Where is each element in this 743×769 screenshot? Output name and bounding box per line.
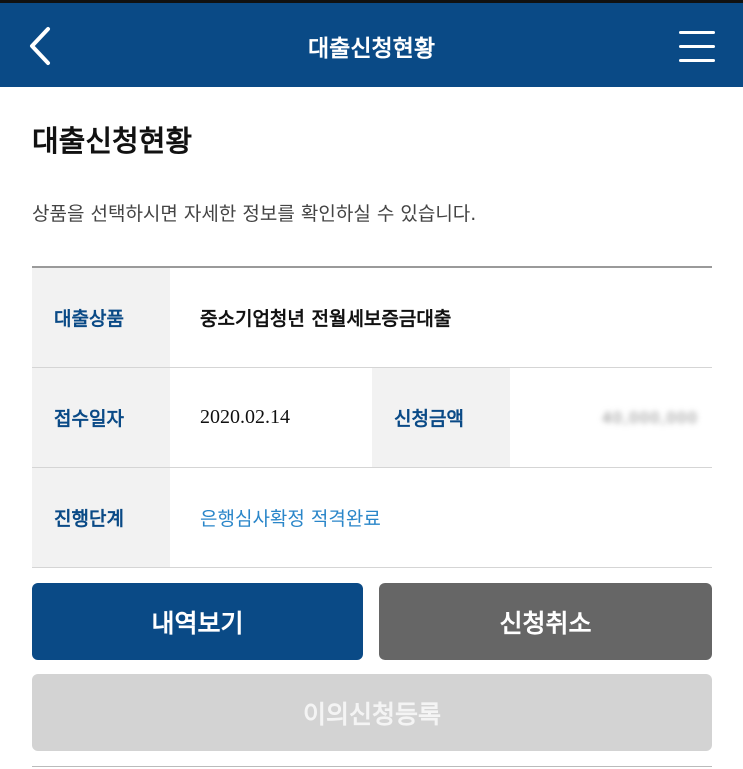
date-label: 접수일자	[32, 368, 170, 467]
amount-label: 신청금액	[372, 368, 510, 467]
status-label: 진행단계	[32, 468, 170, 567]
product-value: 중소기업청년 전월세보증금대출	[200, 308, 452, 330]
loan-detail-table[interactable]: 대출상품 중소기업청년 전월세보증금대출 접수일자 2020.02.14 신청금…	[32, 266, 712, 568]
blurred-amount: 40,000,000	[602, 408, 698, 427]
top-navigation-bar: 대출신청현황	[0, 0, 743, 87]
view-history-button[interactable]: 내역보기	[32, 583, 363, 660]
cancel-application-button[interactable]: 신청취소	[379, 583, 712, 660]
page-description: 상품을 선택하시면 자세한 정보를 확인하실 수 있습니다.	[32, 203, 477, 225]
page-title: 대출신청현황	[32, 124, 193, 158]
bottom-divider	[32, 766, 712, 767]
table-row-date-amount: 접수일자 2020.02.14 신청금액 40,000,000	[32, 368, 712, 468]
header-title: 대출신청현황	[308, 36, 435, 62]
amount-value: 40,000,000	[510, 368, 712, 467]
date-value: 2020.02.14	[200, 406, 290, 428]
hamburger-menu-icon[interactable]	[679, 29, 715, 65]
status-value: 은행심사확정 적격완료	[200, 508, 381, 530]
objection-register-button[interactable]: 이의신청등록	[32, 674, 712, 751]
table-row-product: 대출상품 중소기업청년 전월세보증금대출	[32, 268, 712, 368]
product-label: 대출상품	[32, 268, 170, 367]
table-row-status: 진행단계 은행심사확정 적격완료	[32, 468, 712, 568]
